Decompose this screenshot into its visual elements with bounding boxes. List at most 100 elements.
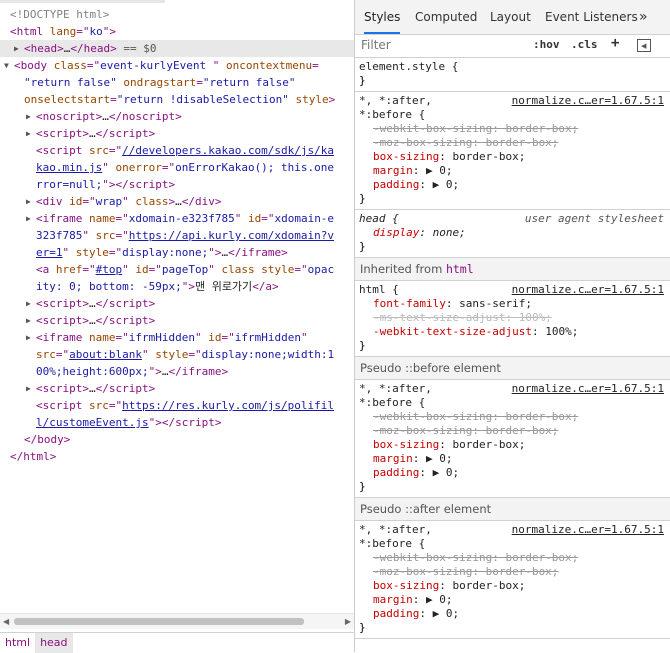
dom-node-text: <script>…</script> — [36, 297, 156, 310]
rule-selector: *:before { — [359, 396, 426, 409]
cls-toggle[interactable]: .cls — [571, 38, 598, 51]
breadcrumb-head[interactable]: head — [35, 633, 73, 653]
dom-node-text: <iframe name="ifrmHidden" id="ifrmHidden… — [36, 331, 308, 344]
rule-selector: *:before { — [359, 537, 426, 550]
dom-node-line[interactable]: "return false" ondragstart="return false… — [0, 74, 354, 91]
rule-selector: html { — [359, 283, 399, 296]
decl-box-sizing[interactable]: box-sizing: border-box; — [359, 438, 666, 452]
decl-padding[interactable]: padding: ▶ 0; — [359, 607, 666, 621]
dom-node-line[interactable]: src="about:blank" style="display:none;wi… — [0, 346, 354, 363]
filter-bar: Filter :hov .cls + ◀ — [355, 35, 670, 58]
more-tabs-icon[interactable]: » — [639, 0, 648, 34]
scroll-indicator — [0, 0, 165, 3]
dom-node-line[interactable]: l/customeEvent.js"></script> — [0, 414, 354, 431]
dom-node-line[interactable]: ▶ <script>…</script> — [0, 295, 354, 312]
dom-node-text: <iframe name="xdomain-e323f785" id="xdom… — [36, 212, 335, 225]
rule-selector: *, *:after, — [359, 523, 432, 536]
dom-node-line[interactable]: ▶ <script>…</script> — [0, 380, 354, 397]
decl-margin[interactable]: margin: ▶ 0; — [359, 452, 666, 466]
dom-node-text: <head>…</head> == $0 — [24, 42, 157, 55]
dom-node-line[interactable]: rror=null;"></script> — [0, 176, 354, 193]
hov-toggle[interactable]: :hov — [533, 38, 560, 51]
decl-margin[interactable]: margin: ▶ 0; — [359, 593, 666, 607]
tab-styles[interactable]: Styles — [364, 0, 401, 34]
decl-font-family[interactable]: font-family: sans-serif; — [359, 297, 666, 311]
decl-moz-box-sizing[interactable]: -moz-box-sizing: border-box; — [359, 565, 666, 579]
dom-node-text: <script src="https://res.kurly.com/js/po… — [36, 399, 335, 412]
collapsed-triangle-icon[interactable]: ▶ — [26, 210, 31, 227]
dom-node-line[interactable]: 00%;height:600px;">…</iframe> — [0, 363, 354, 380]
rule-selector: *, *:after, — [359, 94, 432, 107]
collapsed-triangle-icon[interactable]: ▶ — [26, 295, 31, 312]
rule-close: } — [359, 621, 366, 634]
decl-margin[interactable]: margin: ▶ 0; — [359, 164, 666, 178]
decl-moz-box-sizing[interactable]: -moz-box-sizing: border-box; — [359, 136, 666, 150]
tab-event-listeners[interactable]: Event Listeners — [545, 0, 638, 34]
dom-tree[interactable]: <!DOCTYPE html> <html lang="ko"> ▶ <head>…<… — [0, 6, 354, 611]
dom-node-line[interactable]: ▶ <iframe name="xdomain-e323f785" id="xdo… — [0, 210, 354, 227]
collapsed-triangle-icon[interactable]: ▶ — [26, 193, 31, 210]
new-style-rule-button[interactable]: + — [611, 35, 619, 51]
breadcrumb-html[interactable]: html — [0, 633, 35, 653]
filter-input[interactable]: Filter — [361, 38, 391, 52]
dom-node-line[interactable]: er=1" style="display:none;">…</iframe> — [0, 244, 354, 261]
decl-ms-text-size-adjust[interactable]: -ms-text-size-adjust: 100%; — [359, 311, 666, 325]
dom-node-text: <script>…</script> — [36, 382, 156, 395]
dom-node-text: kao.min.js" onerror="onErrorKakao(); thi… — [36, 161, 335, 174]
elements-panel: <!DOCTYPE html> <html lang="ko"> ▶ <head>…<… — [0, 0, 354, 653]
scroll-left-icon[interactable]: ◀ — [3, 617, 9, 626]
tab-layout[interactable]: Layout — [490, 0, 531, 34]
dom-node-line[interactable]: <script src="//developers.kakao.com/sdk/… — [0, 142, 354, 159]
dom-node-text: <body class="event-kurlyEvent " oncontex… — [14, 59, 319, 72]
horizontal-scrollbar[interactable]: ◀ ▶ — [0, 613, 354, 629]
decl-box-sizing[interactable]: box-sizing: border-box; — [359, 579, 666, 593]
styles-tabbar: Styles Computed Layout Event Listeners » — [355, 0, 670, 35]
scrollbar-thumb[interactable] — [14, 618, 304, 625]
dom-node-line[interactable]: <script src="https://res.kurly.com/js/po… — [0, 397, 354, 414]
dom-node-line[interactable]: <!DOCTYPE html> — [0, 6, 354, 23]
expanded-triangle-icon[interactable]: ▼ — [4, 57, 9, 74]
collapsed-triangle-icon[interactable]: ▶ — [26, 125, 31, 142]
decl-webkit-text-size-adjust[interactable]: -webkit-text-size-adjust: 100%; — [359, 325, 666, 339]
dom-node-line[interactable]: 323f785" src="https://api.kurly.com/xdom… — [0, 227, 354, 244]
collapsed-triangle-icon[interactable]: ▶ — [26, 108, 31, 125]
decl-webkit-box-sizing[interactable]: -webkit-box-sizing: border-box; — [359, 410, 666, 424]
rule-selector[interactable]: element.style { — [359, 60, 666, 74]
dom-node-line[interactable]: </body> — [0, 431, 354, 448]
decl-box-sizing[interactable]: box-sizing: border-box; — [359, 150, 666, 164]
dom-node-line[interactable]: ▶ <noscript>…</noscript> — [0, 108, 354, 125]
collapsed-triangle-icon[interactable]: ▶ — [14, 40, 19, 57]
dom-node-line[interactable]: ▶ <div id="wrap" class>…</div> — [0, 193, 354, 210]
dom-node-text: <!DOCTYPE html> — [10, 8, 110, 21]
dom-node-line[interactable]: ▶ <head>…</head> == $0 — [0, 40, 354, 57]
dom-node-text: <a href="#top" id="pageTop" class style=… — [36, 263, 335, 276]
collapsed-triangle-icon[interactable]: ▶ — [26, 329, 31, 346]
decl-padding[interactable]: padding: ▶ 0; — [359, 178, 666, 192]
pseudo-after-header: Pseudo ::after element — [355, 498, 670, 521]
tab-computed[interactable]: Computed — [415, 0, 477, 34]
dom-node-text: <html lang="ko"> — [10, 25, 116, 38]
dom-node-line[interactable]: kao.min.js" onerror="onErrorKakao(); thi… — [0, 159, 354, 176]
decl-webkit-box-sizing[interactable]: -webkit-box-sizing: border-box; — [359, 122, 666, 136]
dom-node-text: 00%;height:600px;">…</iframe> — [36, 365, 229, 378]
toggle-sidebar-icon[interactable]: ◀ — [637, 39, 651, 52]
dom-node-line[interactable]: </html> — [0, 448, 354, 465]
dom-node-line[interactable]: <a href="#top" id="pageTop" class style=… — [0, 261, 354, 278]
rule-element-style: element.style { } — [355, 58, 670, 92]
dom-node-line[interactable]: ▶ <script>…</script> — [0, 125, 354, 142]
decl-display: display: none; — [373, 226, 466, 239]
collapsed-triangle-icon[interactable]: ▶ — [26, 380, 31, 397]
dom-node-line[interactable]: onselectstart="return !disableSelection"… — [0, 91, 354, 108]
inherited-tag-link[interactable]: html — [446, 262, 474, 276]
dom-node-line[interactable]: <html lang="ko"> — [0, 23, 354, 40]
decl-padding[interactable]: padding: ▶ 0; — [359, 466, 666, 480]
decl-webkit-box-sizing[interactable]: -webkit-box-sizing: border-box; — [359, 551, 666, 565]
dom-node-line[interactable]: ▶ <script>…</script> — [0, 312, 354, 329]
rule-close: } — [359, 339, 366, 352]
dom-node-line[interactable]: ity: 0; bottom: -59px;">맨 위로가기</a> — [0, 278, 354, 295]
dom-node-line[interactable]: ▶ <iframe name="ifrmHidden" id="ifrmHidde… — [0, 329, 354, 346]
dom-node-line[interactable]: ▼ <body class="event-kurlyEvent " onconte… — [0, 57, 354, 74]
scroll-right-icon[interactable]: ▶ — [345, 617, 351, 626]
decl-moz-box-sizing[interactable]: -moz-box-sizing: border-box; — [359, 424, 666, 438]
collapsed-triangle-icon[interactable]: ▶ — [26, 312, 31, 329]
